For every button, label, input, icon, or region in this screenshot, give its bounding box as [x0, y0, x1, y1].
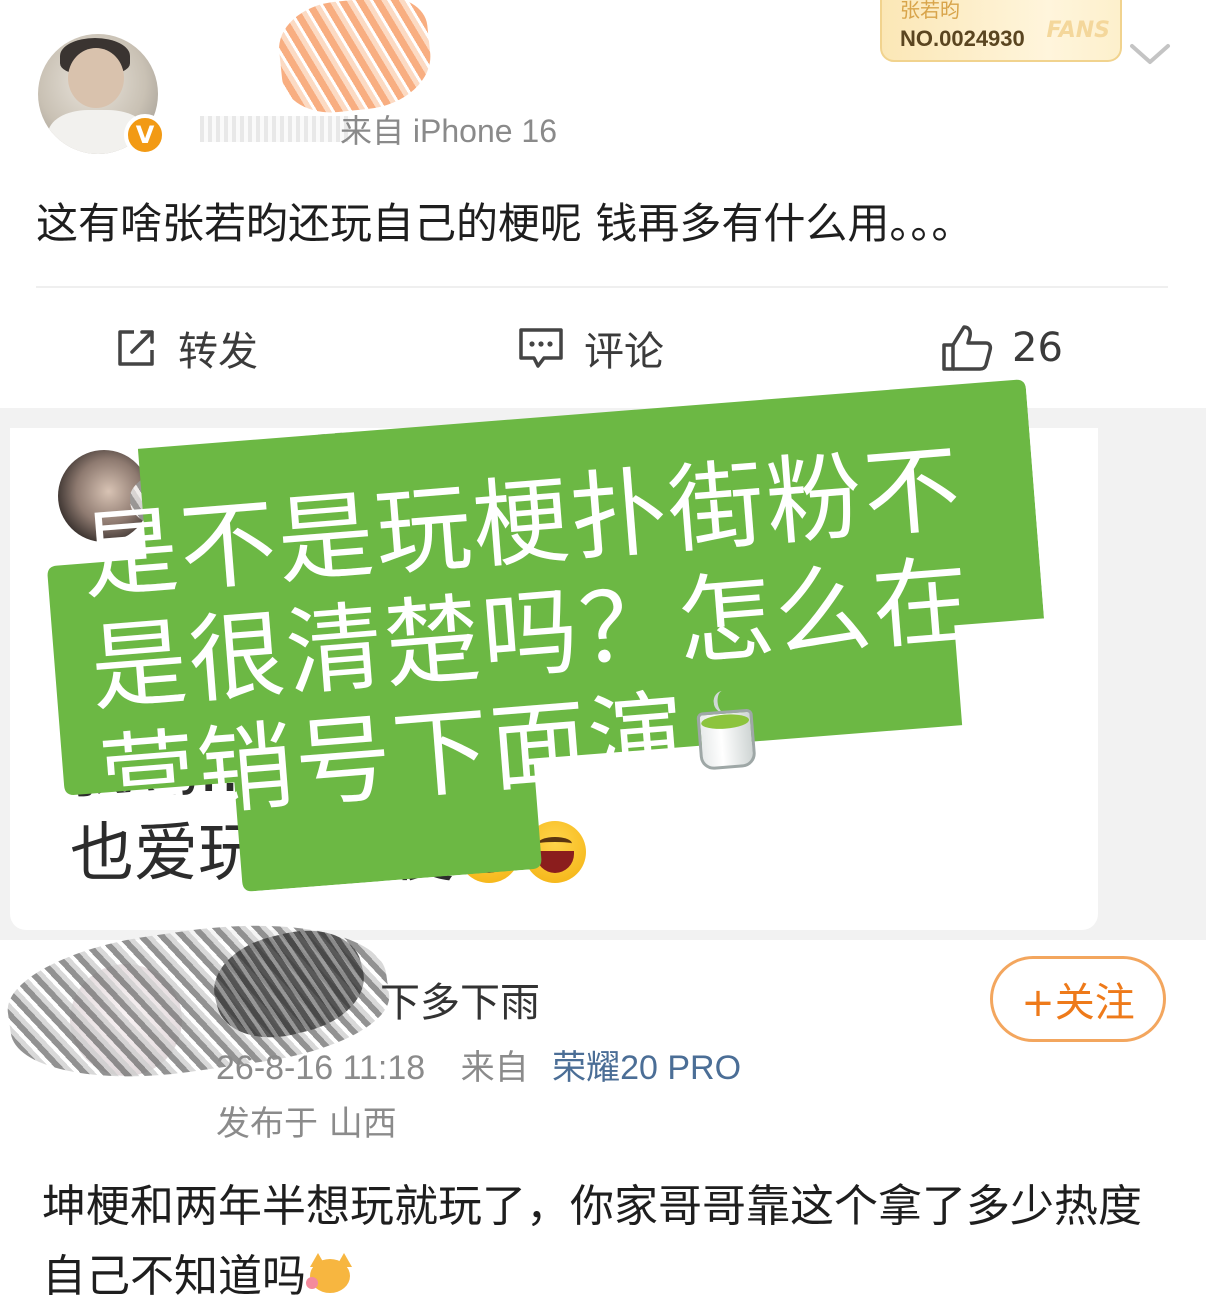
- post-meta: 来自 iPhone 16: [340, 106, 557, 152]
- username-visible: 下多下雨: [380, 980, 540, 1026]
- cat-emoji-icon: [306, 1251, 356, 1297]
- like-button[interactable]: 26: [940, 318, 1063, 378]
- post-content: 这有啥张若昀还玩自己的梗呢 钱再多有什么用。。。: [36, 199, 974, 248]
- weibo-post-1: V 来自 iPhone 16 张若昀 NO.0024930 FANS 这有啥张若…: [0, 0, 1206, 408]
- comment-button[interactable]: 评论: [516, 318, 664, 378]
- verified-badge-icon: V: [124, 114, 166, 156]
- post-content: 坤梗和两年半想玩就玩了，你家哥哥靠这个拿了多少热度自己不知道吗: [42, 1172, 1172, 1310]
- comment-icon: [519, 328, 563, 368]
- redaction-scribble-orange: [274, 0, 436, 118]
- fans-badge-number: NO.0024930: [900, 26, 1025, 51]
- repost-label: 转发: [178, 329, 258, 375]
- repost-button[interactable]: 转发: [112, 318, 258, 378]
- like-count: 26: [1012, 325, 1063, 371]
- fans-badge-tag: FANS: [1046, 18, 1110, 43]
- callout-text-content: 是不是玩梗扑街粉不是很清楚吗？怎么在营销号下面演: [77, 432, 975, 837]
- follow-button[interactable]: +关注: [990, 956, 1166, 1042]
- green-text-callout: 是不是玩梗扑街粉不是很清楚吗？怎么在营销号下面演: [18, 369, 1061, 907]
- tea-cup-icon: [689, 688, 765, 773]
- screenshot-page: V 来自 iPhone 16 张若昀 NO.0024930 FANS 这有啥张若…: [0, 0, 1206, 1310]
- repost-icon: [118, 330, 154, 366]
- fans-badge-name: 张若昀: [900, 0, 960, 22]
- follow-button-label: +关注: [1021, 980, 1135, 1026]
- divider: [36, 286, 1168, 288]
- redacted-username: [200, 116, 350, 142]
- post-timestamp: 26-8-16 11:18: [216, 1049, 426, 1087]
- post-meta: 26-8-16 11:18 来自 荣耀20 PRO: [216, 1040, 741, 1089]
- post-source-label: 来自: [460, 1049, 529, 1087]
- chevron-down-icon[interactable]: [1128, 40, 1172, 68]
- post-source: 来自 iPhone 16: [340, 113, 558, 149]
- post-content-text: 坤梗和两年半想玩就玩了，你家哥哥靠这个拿了多少热度自己不知道吗: [42, 1181, 1142, 1302]
- comment-label: 评论: [584, 329, 664, 375]
- username[interactable]: 下多下雨: [380, 970, 540, 1028]
- thumbs-up-icon: [942, 325, 993, 371]
- fans-badge[interactable]: 张若昀 NO.0024930 FANS: [880, 0, 1122, 62]
- post-device[interactable]: 荣耀20 PRO: [552, 1049, 741, 1087]
- post-location: 发布于 山西: [216, 1104, 397, 1144]
